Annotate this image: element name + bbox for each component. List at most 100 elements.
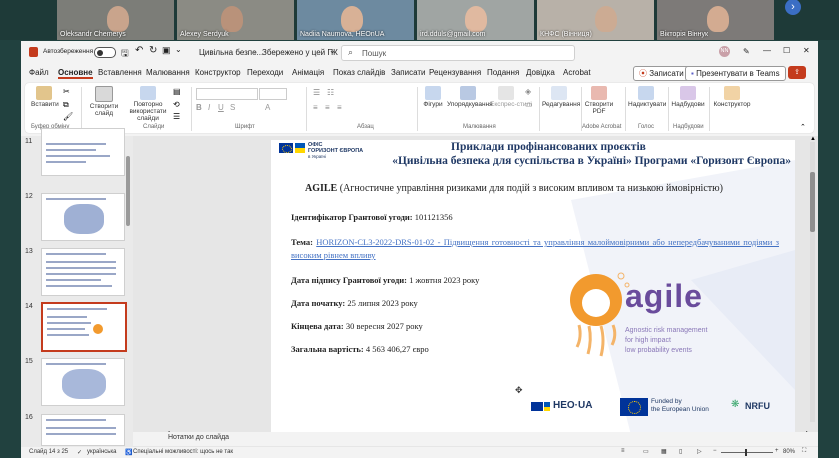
next-participants-button[interactable]: › bbox=[785, 0, 801, 15]
tab-animations[interactable]: Анімація bbox=[292, 68, 324, 77]
align-right-icon[interactable]: ≡ bbox=[337, 103, 342, 112]
designer-button[interactable]: Конструктор bbox=[713, 86, 751, 108]
group-acrobat-label: Adobe Acrobat bbox=[582, 124, 622, 130]
accessibility-icon[interactable]: ♿ bbox=[125, 449, 132, 456]
create-pdf-button[interactable]: Створити PDF bbox=[584, 86, 614, 115]
customize-qat-icon[interactable]: ⌄ bbox=[175, 45, 182, 54]
bullets-icon[interactable]: ☰ bbox=[313, 88, 320, 97]
user-avatar[interactable]: NN bbox=[719, 46, 730, 57]
dictate-button[interactable]: Надиктувати bbox=[628, 86, 666, 108]
undo-icon[interactable]: ↶ bbox=[135, 45, 143, 56]
strikethrough-icon[interactable]: S bbox=[230, 103, 235, 112]
reading-view-icon[interactable]: ▯ bbox=[679, 448, 682, 455]
chevron-down-icon[interactable]: ⌄ bbox=[329, 46, 336, 55]
zoom-out-icon[interactable]: − bbox=[713, 448, 717, 454]
reuse-slides-button[interactable]: Повторно використати слайди bbox=[125, 86, 171, 122]
arrange-button[interactable]: Упорядкування bbox=[447, 86, 493, 108]
video-participants-strip: Oleksandr Chemerys Alexey Serdyuk Nadiia… bbox=[0, 0, 839, 40]
tab-record[interactable]: Записати bbox=[391, 68, 426, 77]
tab-home[interactable]: Основне bbox=[58, 68, 93, 79]
autosave-toggle[interactable] bbox=[94, 47, 116, 58]
tab-draw[interactable]: Малювання bbox=[146, 68, 190, 77]
collapse-ribbon-icon[interactable]: ⌃ bbox=[800, 123, 806, 131]
tab-review[interactable]: Рецензування bbox=[429, 68, 481, 77]
copy-icon[interactable]: ⧉ bbox=[63, 100, 69, 110]
save-icon[interactable]: 🖫 bbox=[121, 46, 129, 62]
section-icon[interactable]: ☰ bbox=[173, 112, 180, 121]
format-painter-icon[interactable]: 🖌 bbox=[63, 112, 73, 121]
present-icon[interactable]: ▣ bbox=[162, 45, 171, 56]
shape-outline-icon[interactable]: ▭ bbox=[525, 100, 533, 109]
addins-button[interactable]: Надбудови bbox=[671, 86, 705, 108]
tab-help[interactable]: Довідка bbox=[526, 68, 555, 77]
fit-to-window-icon[interactable]: ⛶ bbox=[802, 448, 806, 455]
participant-tile[interactable]: Вікторія Віннук bbox=[657, 0, 774, 40]
cut-icon[interactable]: ✂ bbox=[63, 87, 70, 96]
slide-title-line1: Приклади профінансованих проєктів bbox=[451, 141, 646, 153]
participant-tile[interactable]: Oleksandr Chemerys bbox=[57, 0, 174, 40]
vertical-scrollbar[interactable] bbox=[810, 142, 815, 422]
redo-icon[interactable]: ↻ bbox=[149, 45, 157, 56]
shapes-button[interactable]: Фігури bbox=[421, 86, 445, 108]
normal-view-icon[interactable]: ▭ bbox=[643, 448, 649, 455]
maximize-icon[interactable]: ☐ bbox=[783, 46, 790, 55]
font-size-dropdown[interactable] bbox=[259, 88, 287, 100]
pen-icon[interactable]: ✎ bbox=[743, 47, 750, 56]
sorter-view-icon[interactable]: ▦ bbox=[661, 448, 667, 455]
participant-tile[interactable]: ird.dduls@gmail.com bbox=[417, 0, 534, 40]
reset-icon[interactable]: ⟲ bbox=[173, 100, 180, 109]
accessibility-status[interactable]: Спеціальні можливості: щось не так bbox=[133, 449, 233, 455]
search-box[interactable]: ⌕ Пошук bbox=[341, 45, 575, 61]
eu-funded-flag-icon bbox=[620, 398, 648, 416]
bold-icon[interactable]: B bbox=[196, 103, 202, 112]
tab-slideshow[interactable]: Показ слайдів bbox=[333, 68, 385, 77]
underline-icon[interactable]: U bbox=[218, 103, 224, 112]
language-indicator[interactable]: українська bbox=[87, 449, 117, 455]
slide-thumbnail[interactable] bbox=[41, 193, 125, 241]
scroll-up-icon[interactable]: ▲ bbox=[810, 136, 816, 142]
align-center-icon[interactable]: ≡ bbox=[325, 103, 330, 112]
tab-file[interactable]: Файл bbox=[29, 68, 49, 77]
layout-icon[interactable]: ▤ bbox=[173, 87, 181, 96]
tab-insert[interactable]: Вставлення bbox=[98, 68, 142, 77]
slideshow-view-icon[interactable]: ▷ bbox=[697, 448, 702, 455]
align-left-icon[interactable]: ≡ bbox=[313, 103, 318, 112]
end-date-line: Кінцева дата: 30 вересня 2027 року bbox=[291, 321, 423, 331]
slide-thumbnail[interactable] bbox=[41, 128, 125, 176]
zoom-level[interactable]: 80% bbox=[783, 449, 795, 455]
participant-tile[interactable]: Nadiia Naumova, HEOnUA bbox=[297, 0, 414, 40]
slide-thumbnail[interactable] bbox=[41, 358, 125, 406]
font-family-dropdown[interactable] bbox=[196, 88, 258, 100]
notes-pane[interactable]: Нотатки до слайда bbox=[133, 432, 818, 446]
tab-view[interactable]: Подання bbox=[487, 68, 519, 77]
record-button[interactable]: ⦿ Записати bbox=[633, 66, 690, 81]
close-icon[interactable]: ✕ bbox=[803, 46, 810, 55]
paste-button[interactable]: Вставити bbox=[31, 86, 59, 108]
tab-acrobat[interactable]: Acrobat bbox=[563, 68, 591, 77]
slide-thumbnail[interactable] bbox=[41, 414, 125, 446]
thumbnail-number: 14 bbox=[25, 303, 33, 310]
new-slide-button[interactable]: Створити слайд bbox=[86, 86, 122, 117]
slide-thumbnail-selected[interactable] bbox=[41, 302, 127, 352]
notes-toggle-icon[interactable]: ≡ bbox=[621, 448, 625, 454]
zoom-in-icon[interactable]: + bbox=[775, 448, 779, 454]
spellcheck-icon[interactable]: ✓ bbox=[77, 449, 82, 456]
current-slide[interactable]: ОФІС ГОРИЗОНТ ЄВРОПА в Україні Приклади … bbox=[271, 140, 795, 435]
font-color-icon[interactable]: A bbox=[265, 103, 270, 112]
editing-button[interactable]: Редагування bbox=[542, 86, 580, 108]
slide-thumbnail[interactable] bbox=[41, 248, 125, 296]
share-button[interactable]: ⇪ bbox=[788, 66, 806, 79]
numbering-icon[interactable]: ☷ bbox=[327, 88, 334, 97]
thumbnail-scrollbar[interactable] bbox=[126, 156, 130, 226]
tab-design[interactable]: Конструктор bbox=[195, 68, 241, 77]
participant-tile[interactable]: КНФС (Вінниця) bbox=[537, 0, 654, 40]
present-in-teams-button[interactable]: ▪ Презентувати в Teams bbox=[685, 66, 786, 81]
zoom-slider[interactable] bbox=[721, 449, 773, 456]
participant-tile[interactable]: Alexey Serdyuk bbox=[177, 0, 294, 40]
italic-icon[interactable]: I bbox=[208, 103, 210, 112]
tab-transitions[interactable]: Переходи bbox=[247, 68, 283, 77]
minimize-icon[interactable]: — bbox=[763, 46, 771, 55]
shape-fill-icon[interactable]: ◈ bbox=[525, 87, 531, 96]
quick-styles-button[interactable]: Експрес-стилі bbox=[490, 86, 532, 108]
save-status[interactable]: Збережено у цей ПК bbox=[262, 48, 338, 57]
